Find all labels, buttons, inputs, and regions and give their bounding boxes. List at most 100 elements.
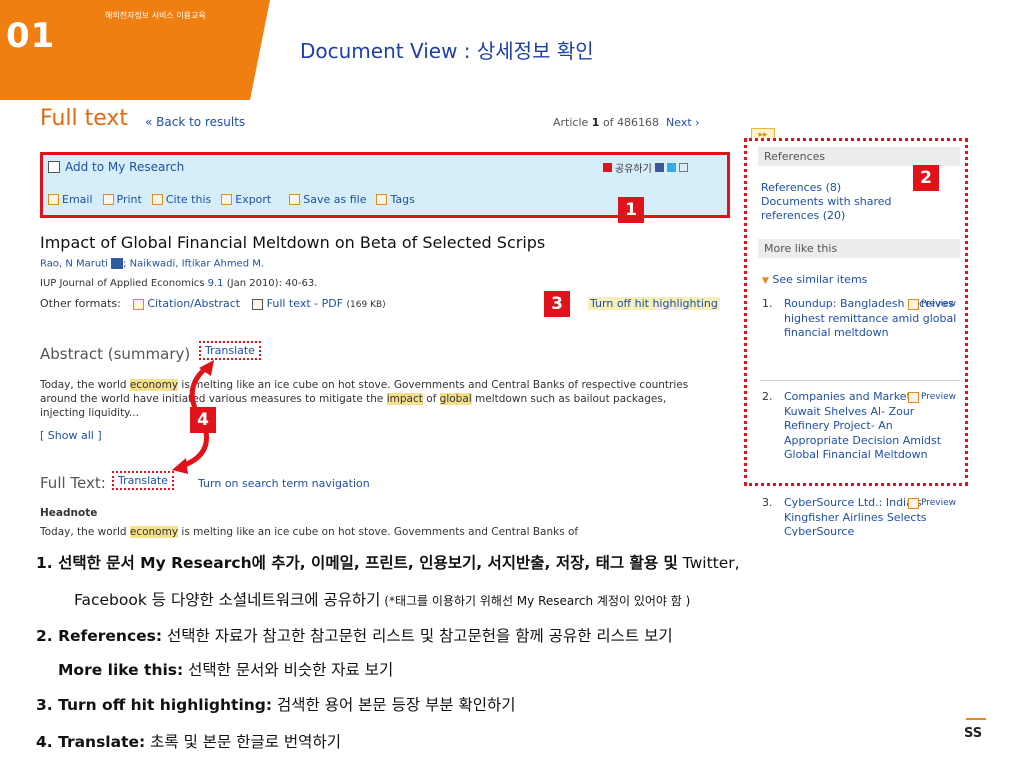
cite-button[interactable]: Cite this <box>151 193 211 206</box>
list-item[interactable]: 2. Companies and Markets: Kuwait Shelves… <box>762 390 962 480</box>
abstract-translate-button[interactable]: Translate <box>199 341 261 360</box>
preview-link[interactable]: Preview <box>908 297 956 312</box>
note-4-bold: 4. Translate: <box>36 733 146 751</box>
mail-share-icon[interactable] <box>678 163 688 172</box>
note-2b-bold: More like this: <box>58 661 184 679</box>
preview-label: Preview <box>921 392 957 402</box>
other-formats: Other formats: Citation/Abstract Full te… <box>40 297 386 310</box>
pdf-size: (169 KB) <box>346 300 386 310</box>
arrowhead-down <box>172 458 188 474</box>
email-icon <box>48 194 59 205</box>
divider <box>760 380 960 381</box>
tag-icon <box>376 194 388 205</box>
hit-term: economy <box>129 379 179 391</box>
twitter-icon[interactable] <box>666 163 676 172</box>
cite-icon <box>151 194 163 205</box>
show-all-link[interactable]: [ Show all ] <box>40 429 102 442</box>
abstract-heading: Abstract (summary) <box>40 345 191 363</box>
citation-abstract-link[interactable]: Citation/Abstract <box>132 297 241 310</box>
email-label: Email <box>62 193 93 206</box>
hit-term: economy <box>129 526 179 538</box>
print-icon <box>102 194 114 205</box>
see-similar-link[interactable]: ▼ See similar items <box>762 273 867 286</box>
author-profile-icon[interactable] <box>111 258 124 269</box>
arrow-down-to-fulltext-translate <box>181 431 209 469</box>
headnote-text-1: Today, the world <box>40 526 130 538</box>
article-position: Article 1 of 486168 Next › <box>553 116 700 129</box>
note-2-bold: 2. References: <box>36 627 163 645</box>
note-2b-text: 선택한 문서와 비슷한 자료 보기 <box>183 661 394 679</box>
tags-button[interactable]: Tags <box>376 193 415 206</box>
citation-abstract-label: Citation/Abstract <box>147 297 241 310</box>
next-link[interactable]: Next › <box>666 116 700 129</box>
headnote-text: Today, the world economy is melting like… <box>40 526 578 538</box>
marker-2: 2 <box>913 165 939 191</box>
abstract-text-3: of <box>422 393 440 405</box>
note-line-2: 2. References: 선택한 자료가 참고한 참고문헌 리스트 및 참고… <box>36 624 673 646</box>
share-label: 공유하기 <box>615 164 652 175</box>
add-to-research[interactable]: Add to My Research <box>48 160 184 174</box>
journal-name: IUP Journal of Applied Economics <box>40 278 205 289</box>
share-plus-icon <box>603 163 612 172</box>
note-line-1: 1. 선택한 문서 My Research에 추가, 이메일, 프린트, 인용보… <box>36 551 740 573</box>
note-3-text: 검색한 용어 본문 등장 부분 확인하기 <box>272 696 516 714</box>
issue-info: (Jan 2010): 40-63. <box>223 278 318 289</box>
slide-title: Document View : 상세정보 확인 <box>300 39 594 63</box>
save-file-button[interactable]: Save as file <box>289 193 366 206</box>
slide-subtitle: 해외전자정보 서비스 이용교육 <box>105 11 206 20</box>
references-link[interactable]: References (8) <box>761 181 911 195</box>
document-title: Impact of Global Financial Meltdown on B… <box>40 233 546 252</box>
search-term-navigation-link[interactable]: Turn on search term navigation <box>198 477 370 490</box>
hit-term: impact <box>386 393 423 405</box>
citation-icon <box>132 298 144 310</box>
export-button[interactable]: Export <box>221 193 271 206</box>
headnote-text-2: is melting like an ice cube on hot stove… <box>178 526 579 538</box>
shared-references-link[interactable]: Documents with shared references (20) <box>761 195 911 223</box>
add-research-checkbox[interactable] <box>48 161 60 173</box>
share-widget[interactable]: 공유하기 <box>603 160 688 175</box>
export-icon <box>221 194 233 205</box>
author-link[interactable]: ; Naikwadi, Iftikar Ahmed M. <box>123 259 264 270</box>
pdf-label: Full text - PDF <box>266 297 344 310</box>
back-to-results-link[interactable]: « Back to results <box>145 115 245 129</box>
fulltext-translate-button[interactable]: Translate <box>112 471 174 490</box>
tool-links: Email Print Cite this Export Save as fil… <box>48 193 415 206</box>
note-1b-text: Facebook 등 다양한 소셜네트워크에 공유하기 <box>74 591 381 609</box>
logo-text: SS <box>964 726 983 741</box>
slide-number: 01 <box>6 16 56 56</box>
export-label: Export <box>235 193 272 206</box>
hit-term: global <box>439 393 472 405</box>
marker-3: 3 <box>544 291 570 317</box>
email-button[interactable]: Email <box>48 193 93 206</box>
preview-icon <box>908 497 919 509</box>
preview-link[interactable]: Preview <box>908 390 956 405</box>
headnote-label: Headnote <box>40 507 98 519</box>
article-suffix: of 486168 <box>599 116 660 129</box>
journal-info: IUP Journal of Applied Economics 9.1 (Ja… <box>40 278 317 289</box>
marker-1: 1 <box>618 197 644 223</box>
preview-icon <box>908 298 919 310</box>
preview-link[interactable]: Preview <box>908 496 956 511</box>
author-link[interactable]: Rao, N Maruti <box>40 259 108 270</box>
list-item[interactable]: 1. Roundup: Bangladesh receives highest … <box>762 297 962 377</box>
other-formats-label: Other formats: <box>40 297 121 310</box>
print-label: Print <box>116 193 142 206</box>
add-research-label: Add to My Research <box>65 160 185 174</box>
references-list: References (8) Documents with shared ref… <box>761 181 911 223</box>
print-button[interactable]: Print <box>102 193 142 206</box>
item-number: 2. <box>762 390 773 403</box>
corner-logo: SS <box>964 718 1000 758</box>
facebook-icon[interactable] <box>654 163 664 172</box>
tags-label: Tags <box>390 193 415 206</box>
note-line-4: 4. Translate: 초록 및 본문 한글로 번역하기 <box>36 730 341 752</box>
note-1-bold: 1. 선택한 문서 My Research에 추가, 이메일, 프린트, 인용보… <box>36 554 678 572</box>
note-1-text: Twitter, <box>677 554 740 572</box>
pdf-icon <box>252 298 264 310</box>
abstract-text-1: Today, the world <box>40 379 130 391</box>
fulltext-pdf-link[interactable]: Full text - PDF (169 KB) <box>252 297 386 310</box>
save-icon <box>289 194 301 205</box>
list-item[interactable]: 3. CyberSource Ltd.: India's Kingfisher … <box>762 496 962 536</box>
item-number: 3. <box>762 496 773 509</box>
hit-highlighting-toggle[interactable]: Turn off hit highlighting <box>588 297 720 310</box>
volume-link[interactable]: 9.1 <box>208 278 224 289</box>
